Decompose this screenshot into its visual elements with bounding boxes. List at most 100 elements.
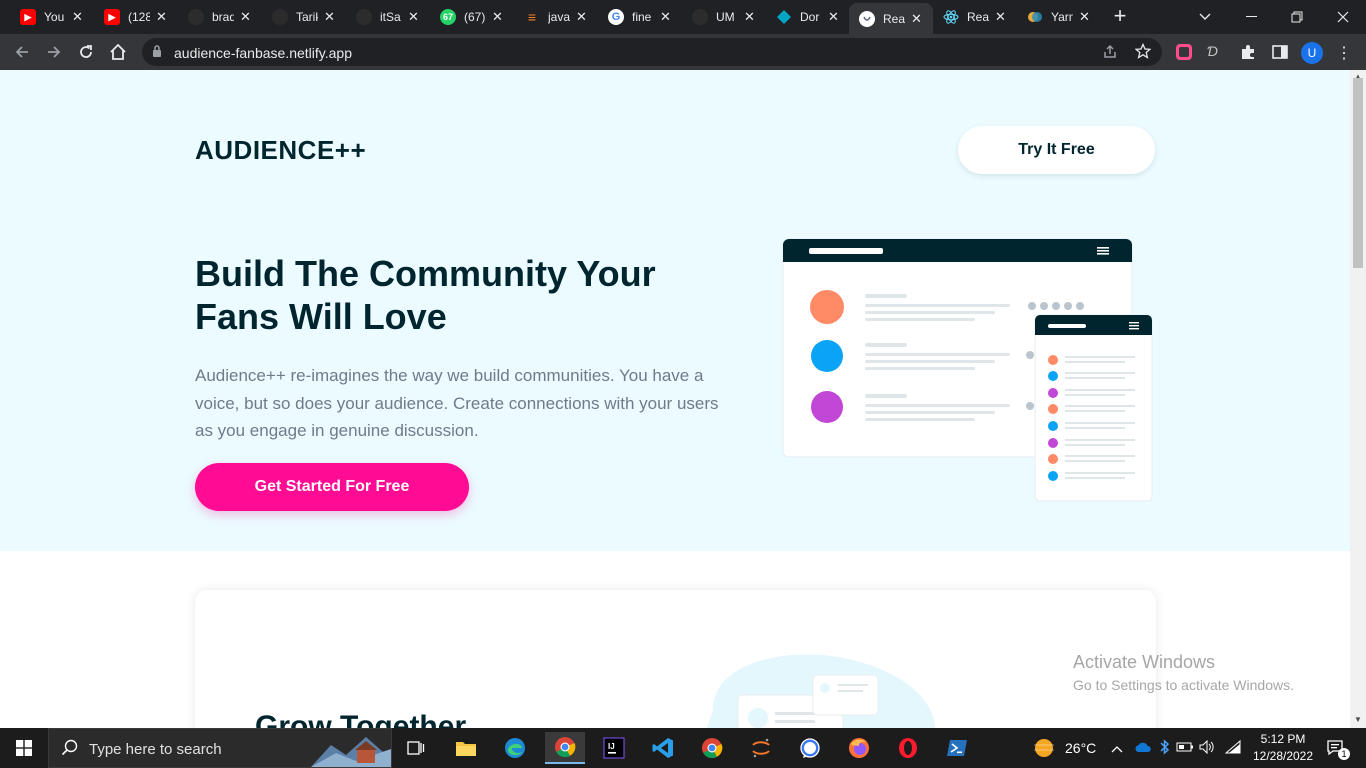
tab-github-3[interactable]: itSa ✕ (346, 3, 430, 31)
close-tab-icon[interactable]: ✕ (1079, 9, 1090, 25)
search-highlight-icon (311, 737, 391, 767)
address-bar[interactable]: audience-fanbase.netlify.app (142, 38, 1162, 66)
google-icon: G (608, 9, 624, 25)
bookmark-star-icon[interactable] (1134, 42, 1152, 64)
scrollbar-thumb[interactable] (1353, 78, 1363, 268)
start-button[interactable] (0, 728, 48, 768)
get-started-button[interactable]: Get Started For Free (195, 463, 469, 511)
chrome-icon[interactable] (692, 732, 732, 764)
vscode-icon[interactable] (643, 732, 683, 764)
extensions-puzzle-icon[interactable] (1239, 43, 1257, 61)
tab-youtube-2[interactable]: ▶ (128 ✕ (94, 3, 178, 31)
hero-section: AUDIENCE++ Try It Free Build The Communi… (0, 70, 1350, 551)
task-view-icon[interactable] (396, 732, 436, 764)
notification-center-button[interactable]: 1 (1322, 728, 1352, 768)
tab-strip: ▶ You ✕ ▶ (128 ✕ brad ✕ Tarik ✕ itSa ✕ 6… (0, 0, 1366, 34)
close-tab-icon[interactable]: ✕ (492, 9, 503, 25)
tab-github-4[interactable]: UM ✕ (682, 3, 766, 31)
tab-yarn[interactable]: Yarn ✕ (1017, 3, 1101, 31)
close-tab-icon[interactable]: ✕ (324, 9, 335, 25)
grow-together-illustration (707, 654, 935, 728)
tab-github-1[interactable]: brad ✕ (178, 3, 262, 31)
edge-icon[interactable] (495, 732, 535, 764)
search-placeholder: Type here to search (89, 741, 222, 758)
temperature-text: 26°C (1065, 740, 1097, 756)
github-icon (692, 9, 708, 25)
file-explorer-icon[interactable] (446, 732, 486, 764)
minimize-button[interactable] (1228, 0, 1274, 34)
youtube-icon: ▶ (104, 9, 120, 25)
github-icon (188, 9, 204, 25)
clock[interactable]: 5:12 PM 12/28/2022 (1252, 731, 1314, 765)
opera-icon[interactable] (888, 732, 928, 764)
lock-icon[interactable] (152, 45, 162, 63)
system-tray (1108, 728, 1244, 768)
close-tab-icon[interactable]: ✕ (995, 9, 1006, 25)
scroll-down-icon[interactable]: ▼ (1354, 715, 1362, 724)
hero-headline: Build The Community Your Fans Will Love (195, 253, 656, 337)
close-window-button[interactable] (1320, 0, 1366, 34)
weather-icon (1034, 739, 1054, 757)
search-icon (61, 739, 78, 756)
back-button[interactable] (9, 39, 35, 65)
color-picker-extension-icon[interactable] (1175, 43, 1193, 61)
url-text[interactable]: audience-fanbase.netlify.app (174, 45, 352, 61)
react-icon (943, 9, 959, 25)
volume-icon[interactable] (1196, 739, 1218, 757)
github-icon (272, 9, 288, 25)
tab-active-netlify[interactable]: Rea ✕ (849, 3, 933, 34)
page-scrollbar[interactable]: ▲ ▼ (1350, 70, 1366, 728)
close-tab-icon[interactable]: ✕ (744, 9, 755, 25)
tab-github-2[interactable]: Tarik ✕ (262, 3, 346, 31)
restore-button[interactable] (1274, 0, 1320, 34)
battery-icon[interactable] (1174, 740, 1196, 756)
script-extension-icon[interactable]: Ɗ (1207, 43, 1225, 61)
weather-widget[interactable]: 26°C (1031, 728, 1096, 768)
new-tab-button[interactable]: + (1108, 5, 1132, 29)
share-icon[interactable] (1102, 44, 1118, 65)
notification-badge: 1 (1338, 748, 1350, 760)
close-tab-icon[interactable]: ✕ (660, 9, 671, 25)
menu-kebab-icon[interactable]: ⋮ (1335, 43, 1353, 62)
firefox-icon[interactable] (839, 732, 879, 764)
tab-stackoverflow[interactable]: ≡ java ✕ (514, 3, 598, 31)
feature-card: Grow Together (195, 590, 1156, 728)
profile-avatar[interactable]: U (1301, 42, 1323, 64)
stackoverflow-icon: ≡ (527, 9, 537, 25)
powershell-icon[interactable] (937, 732, 977, 764)
tab-google[interactable]: G fine ✕ (598, 3, 682, 31)
close-tab-icon[interactable]: ✕ (408, 9, 419, 25)
signal-icon[interactable] (790, 732, 830, 764)
onedrive-icon[interactable] (1130, 740, 1156, 756)
wifi-icon[interactable] (1222, 739, 1244, 757)
tab-youtube-1[interactable]: ▶ You ✕ (10, 3, 94, 31)
hero-illustration (782, 238, 1153, 502)
intellij-icon[interactable]: IJ (594, 732, 634, 764)
close-tab-icon[interactable]: ✕ (72, 9, 83, 25)
forward-button[interactable] (41, 39, 67, 65)
whatsapp-icon: 67 (440, 9, 456, 25)
chrome-icon[interactable] (545, 732, 585, 764)
site-logo[interactable]: AUDIENCE++ (195, 135, 366, 166)
home-button[interactable] (105, 39, 131, 65)
side-panel-icon[interactable] (1271, 43, 1289, 61)
close-tab-icon[interactable]: ✕ (156, 9, 167, 25)
windows-logo-icon (16, 740, 32, 756)
tab-diamond[interactable]: Dor ✕ (766, 3, 850, 31)
github-icon (356, 9, 372, 25)
reload-button[interactable] (73, 39, 99, 65)
jupyter-icon[interactable] (741, 732, 781, 764)
try-it-free-button[interactable]: Try It Free (958, 126, 1155, 174)
close-tab-icon[interactable]: ✕ (828, 9, 839, 25)
close-tab-icon[interactable]: ✕ (911, 11, 922, 27)
youtube-icon: ▶ (20, 9, 36, 25)
svg-text:IJ: IJ (608, 742, 615, 751)
tab-search-button[interactable] (1182, 0, 1228, 34)
close-tab-icon[interactable]: ✕ (240, 9, 251, 25)
close-tab-icon[interactable]: ✕ (576, 9, 587, 25)
tab-whatsapp[interactable]: 67 (67) ✕ (430, 3, 514, 31)
bluetooth-icon[interactable] (1156, 738, 1174, 758)
show-hidden-icons-icon[interactable] (1108, 740, 1126, 756)
tab-react[interactable]: Rea ✕ (933, 3, 1017, 31)
taskbar-search-box[interactable]: Type here to search (48, 728, 392, 768)
